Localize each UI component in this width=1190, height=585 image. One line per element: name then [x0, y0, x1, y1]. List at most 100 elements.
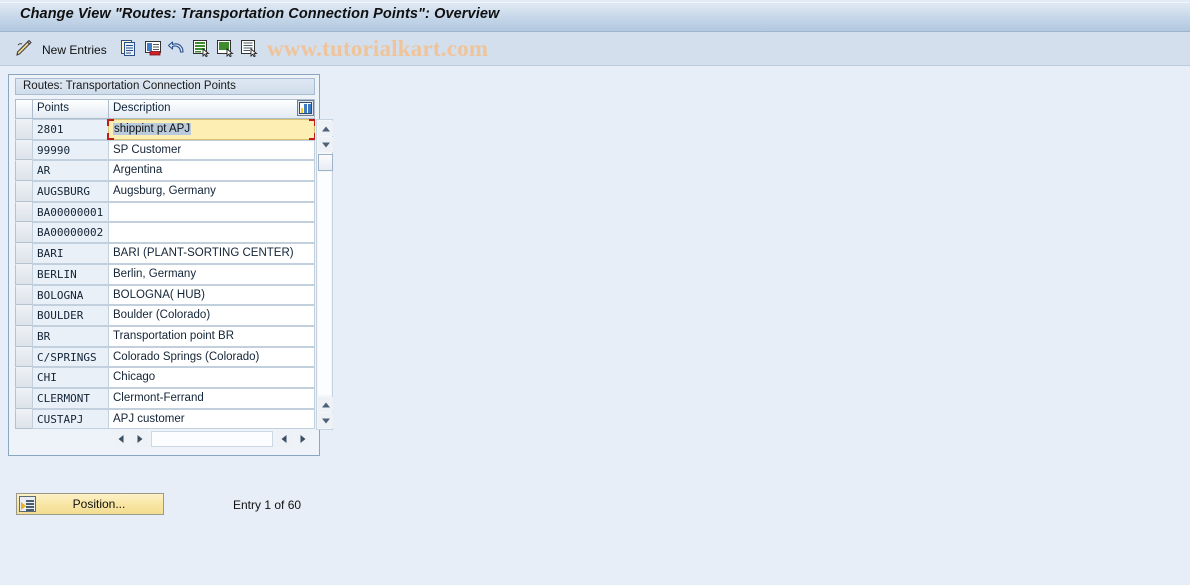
cell-description[interactable]: shippint pt APJ — [108, 119, 315, 140]
cell-description[interactable]: Augsburg, Germany — [108, 181, 315, 202]
horizontal-scrollbar[interactable] — [108, 430, 316, 449]
table-row[interactable]: BR Transportation point BR — [15, 325, 315, 347]
chevron-down-icon — [321, 418, 330, 423]
table-settings-icon[interactable] — [297, 100, 314, 116]
chevron-left-icon — [118, 435, 124, 443]
row-select-button[interactable] — [15, 408, 33, 430]
cell-description[interactable]: Argentina — [108, 160, 315, 182]
scroll-up-button[interactable] — [318, 121, 333, 136]
undo-icon[interactable] — [168, 39, 186, 57]
table-row[interactable]: BARI BARI (PLANT-SORTING CENTER) — [15, 243, 315, 264]
cell-points[interactable]: BERLIN — [32, 263, 109, 285]
row-select-button[interactable] — [15, 346, 33, 368]
position-button-label: Position... — [72, 497, 126, 511]
pencil-icon[interactable] — [14, 39, 34, 59]
row-select-button[interactable] — [15, 181, 33, 202]
scroll-page-right-button[interactable] — [295, 431, 311, 447]
delete-icon[interactable] — [144, 39, 162, 57]
table-row[interactable]: BOLOGNA BOLOGNA( HUB) — [15, 284, 315, 306]
cell-points[interactable]: BARI — [32, 243, 109, 264]
cell-points[interactable]: BOULDER — [32, 305, 109, 326]
cell-points[interactable]: BR — [32, 325, 109, 347]
page-title: Change View "Routes: Transportation Conn… — [20, 6, 500, 22]
new-entries-button[interactable]: New Entries — [42, 43, 107, 57]
row-select-button[interactable] — [15, 325, 33, 347]
cell-description[interactable] — [108, 222, 315, 244]
row-select-button[interactable] — [15, 263, 33, 285]
table-row[interactable]: BA00000002 — [15, 222, 315, 244]
cell-description[interactable] — [108, 201, 315, 223]
row-select-button[interactable] — [15, 160, 33, 182]
chevron-right-icon — [300, 435, 306, 443]
row-select-button[interactable] — [15, 139, 33, 161]
cell-description[interactable]: SP Customer — [108, 139, 315, 161]
position-button[interactable]: Position... — [16, 493, 164, 515]
select-all-column-header[interactable] — [15, 99, 33, 119]
chevron-down-icon — [321, 142, 330, 147]
cell-description[interactable]: Clermont-Ferrand — [108, 387, 315, 409]
row-select-button[interactable] — [15, 243, 33, 264]
cell-points[interactable]: BOLOGNA — [32, 284, 109, 306]
vertical-scrollbar[interactable] — [316, 119, 333, 430]
vertical-scrollbar-thumb[interactable] — [318, 154, 333, 171]
column-header-description[interactable]: Description — [108, 99, 315, 119]
horizontal-scrollbar-track[interactable] — [151, 431, 273, 447]
vertical-scrollbar-track[interactable] — [318, 172, 331, 395]
table-row[interactable]: BA00000001 — [15, 201, 315, 223]
table-row[interactable]: BOULDER Boulder (Colorado) — [15, 305, 315, 326]
entry-status-text: Entry 1 of 60 — [233, 498, 302, 512]
cell-points[interactable]: CLERMONT — [32, 387, 109, 409]
cell-description[interactable]: Colorado Springs (Colorado) — [108, 346, 315, 368]
table-row[interactable]: CLERMONT Clermont-Ferrand — [15, 387, 315, 409]
row-select-button[interactable] — [15, 119, 33, 140]
cell-description[interactable]: BARI (PLANT-SORTING CENTER) — [108, 243, 315, 264]
copy-as-icon[interactable] — [120, 39, 138, 57]
table-settings-bars — [299, 102, 312, 114]
table-row[interactable]: AUGSBURG Augsburg, Germany — [15, 181, 315, 202]
table-row[interactable]: 2801 shippint pt APJ — [15, 119, 315, 140]
cell-points[interactable]: CHI — [32, 367, 109, 388]
window-title-bar: Change View "Routes: Transportation Conn… — [0, 0, 1190, 32]
position-icon-marker — [21, 502, 26, 510]
cell-points[interactable]: BA00000001 — [32, 201, 109, 223]
table-row[interactable]: AR Argentina — [15, 160, 315, 182]
table-row[interactable]: 99990 SP Customer — [15, 139, 315, 161]
row-select-button[interactable] — [15, 222, 33, 244]
cell-points[interactable]: 2801 — [32, 119, 109, 140]
cell-points[interactable]: AR — [32, 160, 109, 182]
table-row[interactable]: CHI Chicago — [15, 367, 315, 388]
table-row[interactable]: BERLIN Berlin, Germany — [15, 263, 315, 285]
position-icon — [19, 496, 36, 512]
table-row[interactable]: CUSTAPJ APJ customer — [15, 408, 315, 430]
position-icon-line — [26, 509, 34, 511]
scroll-page-down-button[interactable] — [318, 413, 333, 428]
cell-points[interactable]: 99990 — [32, 139, 109, 161]
select-all-icon[interactable] — [192, 39, 210, 57]
column-header-points[interactable]: Points — [32, 99, 109, 119]
scroll-right-button[interactable] — [132, 431, 148, 447]
cell-description[interactable]: BOLOGNA( HUB) — [108, 284, 315, 306]
scroll-down-button[interactable] — [318, 137, 333, 152]
cell-points[interactable]: AUGSBURG — [32, 181, 109, 202]
row-select-button[interactable] — [15, 367, 33, 388]
watermark-text: www.tutorialkart.com — [267, 36, 489, 61]
cell-description[interactable]: Berlin, Germany — [108, 263, 315, 285]
row-select-button[interactable] — [15, 284, 33, 306]
cell-description[interactable]: Transportation point BR — [108, 325, 315, 347]
scroll-left-button[interactable] — [113, 431, 129, 447]
cell-points[interactable]: BA00000002 — [32, 222, 109, 244]
row-select-button[interactable] — [15, 387, 33, 409]
row-select-button[interactable] — [15, 305, 33, 326]
row-select-button[interactable] — [15, 201, 33, 223]
cell-description[interactable]: Chicago — [108, 367, 315, 388]
table-row[interactable]: C/SPRINGS Colorado Springs (Colorado) — [15, 346, 315, 368]
cell-points[interactable]: C/SPRINGS — [32, 346, 109, 368]
deselect-all-icon[interactable] — [216, 39, 234, 57]
cell-description[interactable]: Boulder (Colorado) — [108, 305, 315, 326]
cell-description[interactable]: APJ customer — [108, 408, 315, 430]
application-toolbar: New Entries — [0, 32, 1190, 66]
cell-points[interactable]: CUSTAPJ — [32, 408, 109, 430]
scroll-page-left-button[interactable] — [276, 431, 292, 447]
variant-list-icon[interactable] — [240, 39, 258, 57]
scroll-page-up-button[interactable] — [318, 397, 333, 412]
